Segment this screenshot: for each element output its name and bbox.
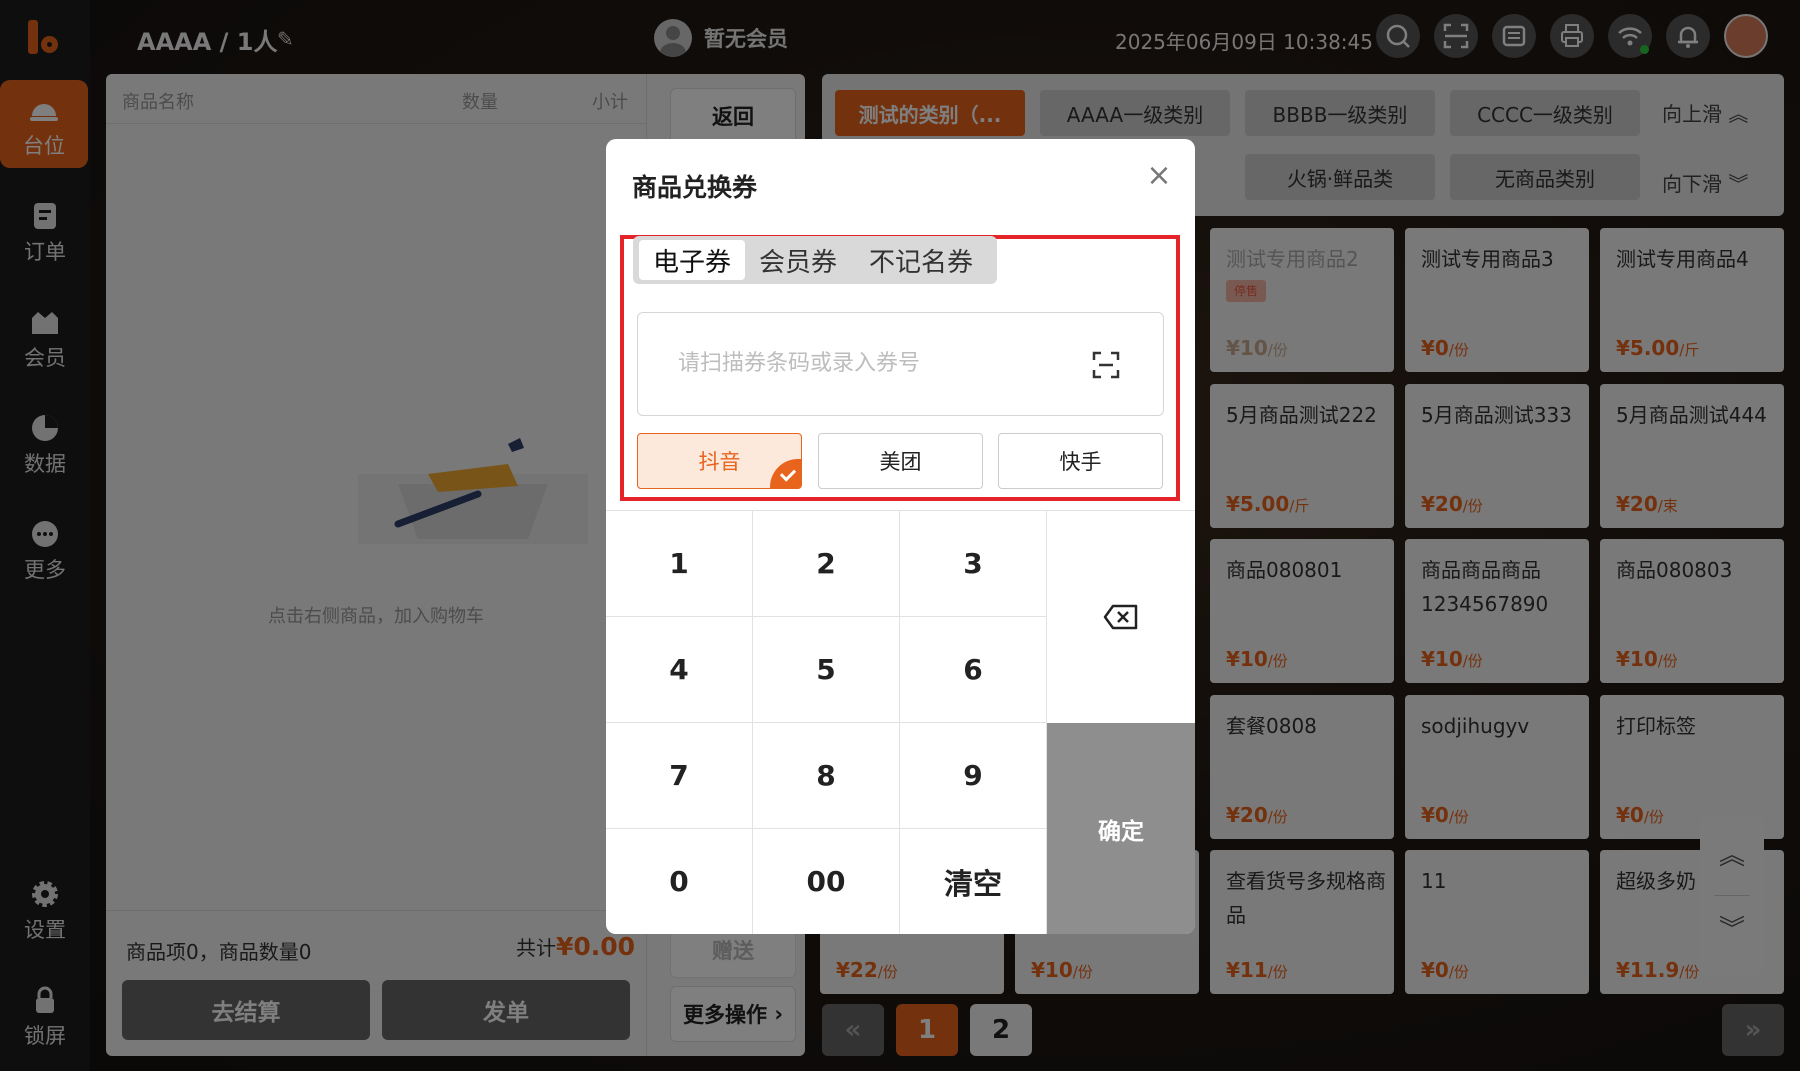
voucher-type-tabs: 电子券 会员券 不记名券 [633, 236, 997, 284]
key-9[interactable]: 9 [900, 723, 1047, 829]
platform-kuaishou-button[interactable]: 快手 [998, 433, 1163, 489]
close-icon[interactable]: × [1144, 161, 1174, 191]
clear-button[interactable]: 清空 [900, 829, 1047, 934]
platform-label: 抖音 [698, 450, 741, 474]
key-4[interactable]: 4 [606, 617, 753, 723]
tab-electronic-voucher[interactable]: 电子券 [639, 240, 745, 280]
key-2[interactable]: 2 [753, 511, 900, 617]
platform-douyin-button[interactable]: 抖音 [637, 433, 802, 489]
voucher-code-field[interactable] [637, 312, 1164, 416]
key-8[interactable]: 8 [753, 723, 900, 829]
tab-anonymous-voucher[interactable]: 不记名券 [851, 240, 991, 280]
tab-member-voucher[interactable]: 会员券 [745, 240, 851, 280]
backspace-icon [1103, 604, 1138, 630]
backspace-button[interactable] [1047, 511, 1195, 723]
platform-meituan-button[interactable]: 美团 [818, 433, 983, 489]
check-icon [770, 459, 801, 488]
dialog-title: 商品兑换券 [632, 173, 758, 202]
key-0[interactable]: 0 [606, 829, 753, 934]
key-00[interactable]: 00 [753, 829, 900, 934]
voucher-redeem-dialog: 商品兑换券 × 电子券 会员券 不记名券 抖音 美团 快手 1 2 3 4 5 … [606, 139, 1195, 934]
key-3[interactable]: 3 [900, 511, 1047, 617]
scan-icon[interactable] [1092, 351, 1120, 379]
confirm-button[interactable]: 确定 [1047, 723, 1195, 934]
platform-label: 美团 [879, 450, 922, 474]
key-5[interactable]: 5 [753, 617, 900, 723]
numeric-keypad: 1 2 3 4 5 6 7 8 9 0 00 清空 确定 [606, 510, 1195, 934]
key-7[interactable]: 7 [606, 723, 753, 829]
key-6[interactable]: 6 [900, 617, 1047, 723]
voucher-code-input[interactable] [678, 343, 1078, 383]
key-1[interactable]: 1 [606, 511, 753, 617]
platform-label: 快手 [1059, 450, 1102, 474]
